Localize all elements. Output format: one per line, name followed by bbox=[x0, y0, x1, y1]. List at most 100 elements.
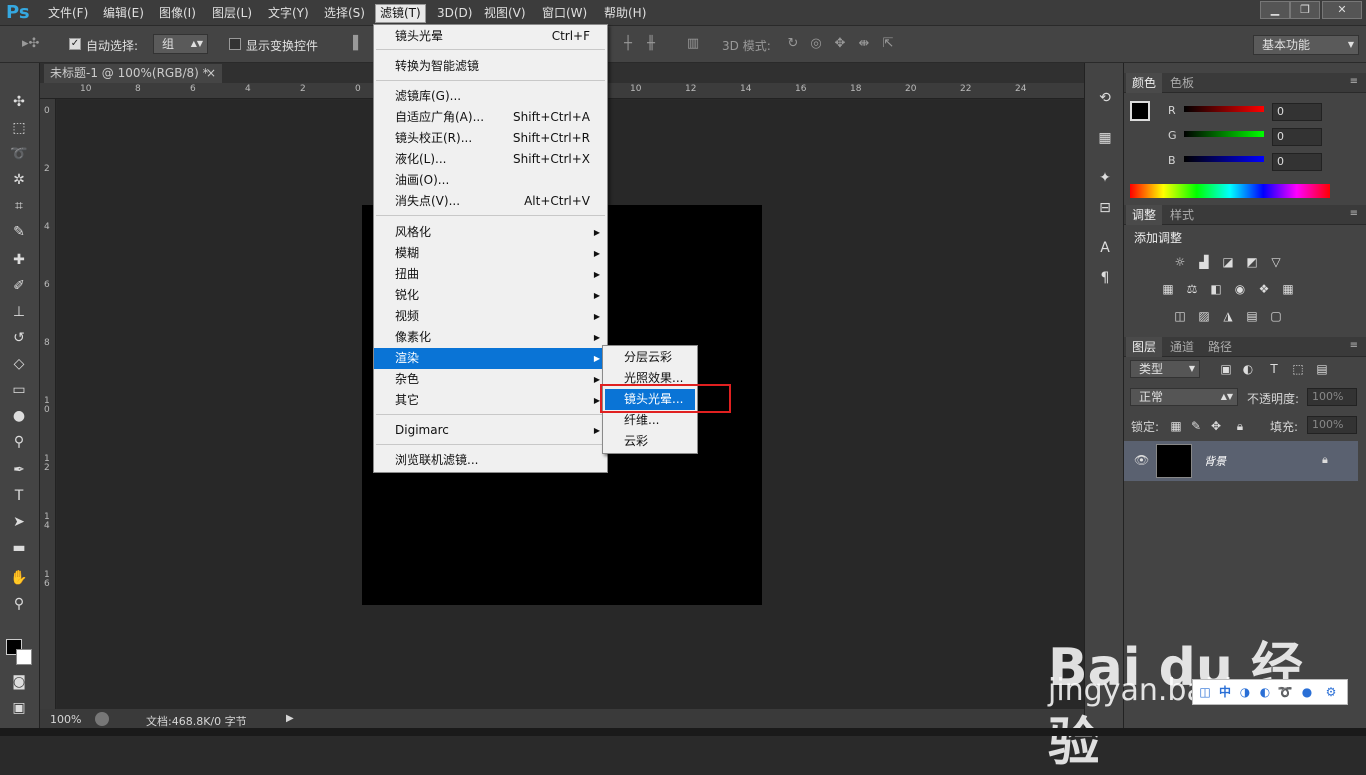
status-arrow-icon[interactable]: ▶ bbox=[286, 713, 294, 724]
tab-adjustments[interactable]: 调整 bbox=[1126, 205, 1163, 225]
tab-swatches[interactable]: 色板 bbox=[1164, 73, 1200, 93]
color-lookup-icon[interactable]: ▦ bbox=[1280, 281, 1296, 297]
menu-item-smart-filter[interactable]: 转换为智能滤镜 bbox=[374, 56, 607, 77]
move-tool-icon[interactable]: ▸✣ bbox=[22, 36, 39, 52]
magic-wand-icon[interactable]: ✲ bbox=[8, 169, 30, 191]
layer-name[interactable]: 背景 bbox=[1204, 453, 1226, 469]
menu-view[interactable]: 视图(V) bbox=[480, 5, 530, 22]
3d-scale-icon[interactable]: ⇱ bbox=[880, 36, 896, 52]
menu-item-last-filter[interactable]: 镜头光晕 Ctrl+F bbox=[374, 26, 607, 47]
menu-item-distort[interactable]: 扭曲 ▶ bbox=[374, 264, 607, 285]
brush-tool-icon[interactable]: ✐ bbox=[8, 275, 30, 297]
lasso-tool-icon[interactable]: ➰ bbox=[8, 143, 30, 165]
opacity-input[interactable]: 100% bbox=[1307, 388, 1357, 406]
healing-brush-icon[interactable]: ✚ bbox=[8, 249, 30, 271]
red-value[interactable]: 0 bbox=[1272, 103, 1322, 121]
properties-panel-icon[interactable]: ▦ bbox=[1094, 127, 1116, 149]
ime-lang[interactable]: 中 bbox=[1217, 684, 1233, 700]
pen-tool-icon[interactable]: ✒ bbox=[8, 459, 30, 481]
ime-settings-icon[interactable]: ⚙ bbox=[1323, 684, 1339, 700]
menu-item-browse-online[interactable]: 浏览联机滤镜... bbox=[374, 450, 607, 471]
panel-menu-icon[interactable]: ≡ bbox=[1350, 340, 1358, 351]
blend-mode-dropdown[interactable]: 正常 ▲▼ bbox=[1130, 388, 1238, 406]
3d-pan-icon[interactable]: ✥ bbox=[832, 36, 848, 52]
layer-row[interactable]: 👁︎ 背景 🔒︎ bbox=[1124, 441, 1358, 481]
blur-tool-icon[interactable]: ● bbox=[8, 405, 30, 427]
menu-filter[interactable]: 滤镜(T) bbox=[375, 4, 426, 23]
tab-channels[interactable]: 通道 bbox=[1164, 337, 1200, 357]
menu-item-vanishing-point[interactable]: 消失点(V)... Alt+Ctrl+V bbox=[374, 191, 607, 212]
crop-tool-icon[interactable]: ⌗ bbox=[8, 195, 30, 217]
menu-item-adaptive-wide-angle[interactable]: 自适应广角(A)... Shift+Ctrl+A bbox=[374, 107, 607, 128]
brush-panel-icon[interactable]: ✦ bbox=[1094, 167, 1116, 189]
tab-color[interactable]: 颜色 bbox=[1126, 73, 1163, 93]
3d-roll-icon[interactable]: ◎ bbox=[808, 36, 824, 52]
3d-slide-icon[interactable]: ⇼ bbox=[856, 36, 872, 52]
submenu-item-difference-clouds[interactable]: 分层云彩 bbox=[603, 347, 697, 368]
screen-mode-icon[interactable]: ▣ bbox=[8, 697, 30, 719]
history-panel-icon[interactable]: ⟲ bbox=[1094, 87, 1116, 109]
menu-item-oil-paint[interactable]: 油画(O)... bbox=[374, 170, 607, 191]
lock-all-icon[interactable]: 🔒︎ bbox=[1232, 418, 1248, 434]
gradient-tool-icon[interactable]: ▭ bbox=[8, 379, 30, 401]
submenu-item-fibers[interactable]: 纤维... bbox=[603, 410, 697, 431]
exposure-icon[interactable]: ◩ bbox=[1244, 254, 1260, 270]
photo-filter-icon[interactable]: ◉ bbox=[1232, 281, 1248, 297]
layer-filter-dropdown[interactable]: 类型 ▼ bbox=[1130, 360, 1200, 378]
fg-color-swatch[interactable] bbox=[1130, 101, 1150, 121]
menu-layer[interactable]: 图层(L) bbox=[208, 5, 256, 22]
menu-item-filter-gallery[interactable]: 滤镜库(G)... bbox=[374, 86, 607, 107]
hand-tool-icon[interactable]: ✋ bbox=[8, 567, 30, 589]
curves-icon[interactable]: ◪ bbox=[1220, 254, 1236, 270]
menu-item-stylize[interactable]: 风格化 ▶ bbox=[374, 222, 607, 243]
ime-symbol-icon[interactable]: ➰ bbox=[1277, 684, 1293, 700]
show-transform-checkbox[interactable] bbox=[229, 38, 241, 50]
submenu-item-clouds[interactable]: 云彩 bbox=[603, 431, 697, 452]
3d-rotate-icon[interactable]: ↻ bbox=[785, 36, 801, 52]
document-tab[interactable]: 未标题-1 @ 100%(RGB/8) * × bbox=[44, 64, 222, 83]
threshold-icon[interactable]: ◮ bbox=[1220, 308, 1236, 324]
menu-item-lens-correction[interactable]: 镜头校正(R)... Shift+Ctrl+R bbox=[374, 128, 607, 149]
path-select-icon[interactable]: ➤ bbox=[8, 511, 30, 533]
menu-item-other[interactable]: 其它 ▶ bbox=[374, 390, 607, 411]
background-color-swatch[interactable] bbox=[16, 649, 32, 665]
eyedropper-icon[interactable]: ✎ bbox=[8, 221, 30, 243]
tab-layers[interactable]: 图层 bbox=[1126, 337, 1163, 357]
filter-adjust-icon[interactable]: ◐ bbox=[1240, 361, 1256, 377]
workspace-dropdown[interactable]: 基本功能 ▼ bbox=[1253, 35, 1359, 55]
panel-menu-icon[interactable]: ≡ bbox=[1350, 208, 1358, 219]
green-value[interactable]: 0 bbox=[1272, 128, 1322, 146]
quick-mask-icon[interactable]: ◙ bbox=[8, 671, 30, 693]
selective-color-icon[interactable]: ▢ bbox=[1268, 308, 1284, 324]
gradient-map-icon[interactable]: ▤ bbox=[1244, 308, 1260, 324]
menu-image[interactable]: 图像(I) bbox=[155, 5, 200, 22]
lock-brush-icon[interactable]: ✎ bbox=[1188, 418, 1204, 434]
close-window-button[interactable]: ✕ bbox=[1322, 1, 1362, 19]
vibrance-icon[interactable]: ▽ bbox=[1268, 254, 1284, 270]
menu-item-blur[interactable]: 模糊 ▶ bbox=[374, 243, 607, 264]
stamp-tool-icon[interactable]: ⊥ bbox=[8, 301, 30, 323]
black-white-icon[interactable]: ◧ bbox=[1208, 281, 1224, 297]
ime-width-icon[interactable]: ◐ bbox=[1257, 684, 1273, 700]
distribute-h-icon[interactable]: ╫ bbox=[643, 36, 659, 52]
color-balance-icon[interactable]: ⚖ bbox=[1184, 281, 1200, 297]
minimize-button[interactable]: ▁ bbox=[1260, 1, 1290, 19]
levels-icon[interactable]: ▟ bbox=[1196, 254, 1212, 270]
restore-button[interactable]: ❐ bbox=[1290, 1, 1320, 19]
ime-logo-icon[interactable]: ◫ bbox=[1197, 684, 1213, 700]
ime-punct-icon[interactable]: ◑ bbox=[1237, 684, 1253, 700]
menu-item-render[interactable]: 渲染 ▶ bbox=[374, 348, 607, 369]
lock-pixels-icon[interactable]: ▦ bbox=[1168, 418, 1184, 434]
menu-help[interactable]: 帮助(H) bbox=[600, 5, 650, 22]
history-brush-icon[interactable]: ↺ bbox=[8, 327, 30, 349]
tab-paths[interactable]: 路径 bbox=[1202, 337, 1238, 357]
lock-position-icon[interactable]: ✥ bbox=[1208, 418, 1224, 434]
menu-item-liquify[interactable]: 液化(L)... Shift+Ctrl+X bbox=[374, 149, 607, 170]
color-spectrum-bar[interactable] bbox=[1130, 184, 1330, 198]
panel-menu-icon[interactable]: ≡ bbox=[1350, 76, 1358, 87]
menu-item-noise[interactable]: 杂色 ▶ bbox=[374, 369, 607, 390]
menu-edit[interactable]: 编辑(E) bbox=[99, 5, 148, 22]
close-tab-icon[interactable]: × bbox=[206, 64, 216, 83]
invert-icon[interactable]: ◫ bbox=[1172, 308, 1188, 324]
menu-item-digimarc[interactable]: Digimarc ▶ bbox=[374, 420, 607, 441]
